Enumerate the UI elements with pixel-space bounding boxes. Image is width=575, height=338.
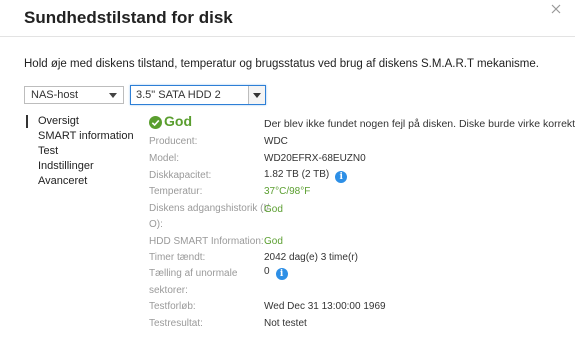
- capacity-value: 1.82 TB (2 TB): [264, 169, 330, 180]
- model-label: Model:: [149, 153, 180, 164]
- bad-sectors-label-cont: sektorer:: [149, 285, 188, 296]
- bad-sectors-label: Tælling af unormale: [149, 268, 238, 279]
- dialog-title: Sundhedstilstand for disk: [24, 8, 233, 27]
- disk-select-value: 3.5" SATA HDD 2: [136, 89, 221, 101]
- test-run-value: Wed Dec 31 13:00:00 1969: [264, 301, 386, 312]
- close-icon[interactable]: [551, 4, 565, 18]
- dialog-description: Hold øje med diskens tilstand, temperatu…: [24, 58, 539, 70]
- chevron-down-icon: [109, 93, 117, 98]
- access-history-value: God: [264, 204, 283, 215]
- sidebar-nav: Oversigt SMART information Test Indstill…: [26, 114, 134, 189]
- temperature-value: 37°C/98°F: [264, 186, 311, 197]
- access-history-label: Diskens adgangshistorik (I/: [149, 203, 270, 214]
- sidebar-item-overview[interactable]: Oversigt: [26, 114, 134, 129]
- hdd-smart-label: HDD SMART Information:: [149, 236, 264, 247]
- sidebar-item-advanced[interactable]: Avanceret: [26, 174, 134, 189]
- temperature-label: Temperatur:: [149, 186, 203, 197]
- model-value: WD20EFRX-68EUZN0: [264, 153, 366, 164]
- test-run-label: Testforløb:: [149, 301, 196, 312]
- bad-sectors-row: 0i: [264, 266, 288, 280]
- sidebar-item-test[interactable]: Test: [26, 144, 134, 159]
- manufacturer-label: Producent:: [149, 136, 198, 147]
- sidebar-item-smart-information[interactable]: SMART information: [26, 129, 134, 144]
- info-icon[interactable]: i: [275, 268, 288, 280]
- bad-sectors-value: 0: [264, 266, 270, 277]
- disk-dropdown-button[interactable]: [248, 86, 265, 104]
- status-label: God: [164, 113, 192, 129]
- capacity-row: 1.82 TB (2 TB) i: [264, 169, 348, 183]
- chevron-down-icon: [253, 93, 261, 98]
- manufacturer-value: WDC: [264, 136, 288, 147]
- disk-select[interactable]: 3.5" SATA HDD 2: [130, 85, 266, 105]
- dialog-header: Sundhedstilstand for disk: [0, 0, 575, 37]
- hours-label: Timer tændt:: [149, 252, 206, 263]
- hdd-smart-value: God: [264, 236, 283, 247]
- host-select-value: NAS-host: [31, 89, 79, 101]
- host-select[interactable]: NAS-host: [24, 86, 124, 104]
- check-circle-icon: [149, 116, 162, 129]
- status-message: Der blev ikke fundet nogen fejl på diske…: [264, 118, 575, 130]
- sidebar-item-settings[interactable]: Indstillinger: [26, 159, 134, 174]
- hours-value: 2042 dag(e) 3 time(r): [264, 252, 358, 263]
- access-history-label-cont: O):: [149, 219, 163, 230]
- test-result-label: Testresultat:: [149, 318, 203, 329]
- info-icon[interactable]: i: [335, 171, 348, 183]
- capacity-label: Diskkapacitet:: [149, 170, 212, 181]
- test-result-value: Not testet: [264, 318, 307, 329]
